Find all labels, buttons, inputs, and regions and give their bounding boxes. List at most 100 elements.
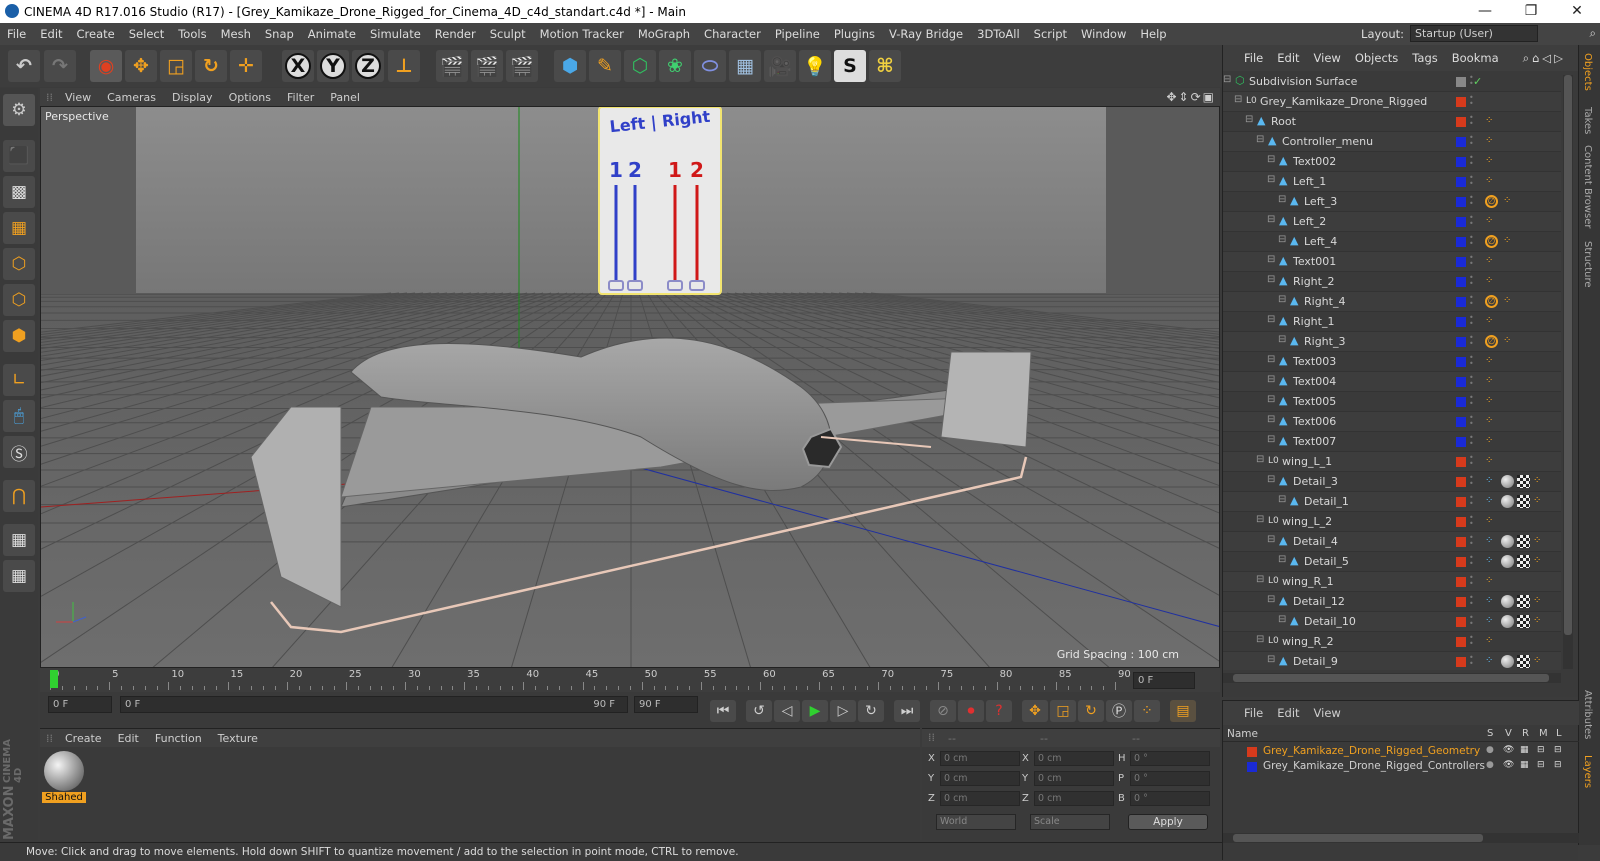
points-mode-icon[interactable]: ⬡ [3,248,35,280]
viewport-menu-options[interactable]: Options [221,91,279,104]
ik-tag-icon[interactable]: ⁘ [1533,475,1546,488]
menu-3dtoall[interactable]: 3DToAll [970,27,1027,41]
material-menu-texture[interactable]: Texture [210,732,266,745]
coordinate-space-dropdown[interactable]: World [936,814,1016,830]
object-name[interactable]: Detail_3 [1293,475,1338,488]
move-tool-icon[interactable]: ✥ [125,50,157,82]
layer-render-icon[interactable]: ▦ [1520,760,1529,770]
minimize-button[interactable]: — [1462,0,1508,23]
layer-color-swatch[interactable] [1456,437,1466,447]
play-icon[interactable]: ▶ [802,700,828,722]
layer-color-swatch[interactable] [1247,747,1257,757]
material-tag-icon[interactable] [1501,535,1514,548]
expand-toggle-icon[interactable]: ⊟ [1267,354,1275,365]
layer-color-swatch[interactable] [1456,537,1466,547]
layer-color-swatch[interactable] [1456,397,1466,407]
expand-toggle-icon[interactable]: ⊟ [1278,194,1286,205]
menu-tools[interactable]: Tools [171,27,213,41]
ik-tag-icon[interactable]: ⁘ [1485,435,1498,448]
previous-key-icon[interactable]: ↺ [746,700,772,722]
object-name[interactable]: Text002 [1293,155,1336,168]
object-name[interactable]: Text006 [1293,415,1336,428]
expand-toggle-icon[interactable]: ⊟ [1267,654,1275,665]
visibility-toggle-icon[interactable]: • • [1469,394,1475,409]
visibility-toggle-icon[interactable]: • • [1469,194,1475,209]
floor-icon[interactable]: ▦ [729,50,761,82]
menu-sculpt[interactable]: Sculpt [483,27,533,41]
object-row[interactable]: ⊟ ▲ Text002 • • ⁘ [1223,152,1561,172]
object-row[interactable]: ⊟ ▲ Text005 • • ⁘ [1223,392,1561,412]
layer-color-swatch[interactable] [1456,377,1466,387]
viewport-menu-view[interactable]: View [57,91,99,104]
expand-toggle-icon[interactable]: ⊟ [1256,134,1264,145]
layer-color-swatch[interactable] [1456,217,1466,227]
menu-render[interactable]: Render [428,27,483,41]
key-position-icon[interactable]: ✥ [1022,700,1048,722]
vray-icon[interactable]: S [834,50,866,82]
next-frame-icon[interactable]: ▷ [830,700,856,722]
expand-toggle-icon[interactable]: ⊟ [1256,574,1264,585]
layer-manager-icon[interactable]: ⊟ [1537,760,1545,770]
object-row[interactable]: ⊟ ▲ Text004 • • ⁘ [1223,372,1561,392]
expand-toggle-icon[interactable]: ⊟ [1267,254,1275,265]
visibility-toggle-icon[interactable]: • • [1469,494,1475,509]
uvw-tag-icon[interactable]: ⁘ [1485,655,1498,668]
object-name[interactable]: Text004 [1293,375,1336,388]
material-tag-icon[interactable] [1501,615,1514,628]
live-selection-icon[interactable]: ◉ [90,50,122,82]
object-row[interactable]: ⊟ ▲ Left_3 • • ∅ ⁘ [1223,192,1561,212]
size-x-field[interactable]: 0 cm [1034,751,1114,766]
material-tag-icon[interactable] [1501,655,1514,668]
material-tag-icon[interactable] [1501,495,1514,508]
ik-tag-icon[interactable]: ⁘ [1485,355,1498,368]
visibility-toggle-icon[interactable]: • • [1469,374,1475,389]
camera-icon[interactable]: 🎥 [764,50,796,82]
object-name[interactable]: Root [1271,115,1296,128]
protection-tag-icon[interactable]: ∅ [1485,335,1498,348]
objects-menu-bookmarks[interactable]: Bookma [1445,51,1506,65]
viewport-menu-cameras[interactable]: Cameras [99,91,164,104]
camera-label[interactable]: Perspective [45,110,109,123]
object-row[interactable]: ⊟ L0 Grey_Kamikaze_Drone_Rigged • • [1223,92,1561,112]
end-frame-field[interactable]: 90 F [634,696,698,713]
material-tag-icon[interactable] [1501,595,1514,608]
side-tab-content-browser[interactable]: Content Browser [1582,145,1593,228]
visibility-toggle-icon[interactable]: • • [1469,94,1475,109]
menu-snap[interactable]: Snap [258,27,301,41]
expand-toggle-icon[interactable]: ⊟ [1267,594,1275,605]
ik-tag-icon[interactable]: ⁘ [1485,575,1498,588]
object-row[interactable]: ⊟ L0 wing_L_1 • • ⁘ [1223,452,1561,472]
layer-color-swatch[interactable] [1456,597,1466,607]
layer-color-swatch[interactable] [1456,237,1466,247]
menu-help[interactable]: Help [1133,27,1173,41]
texture-tag-icon[interactable] [1517,535,1530,548]
objects-nav-icons[interactable]: ⌕⌂◁▷ [1516,51,1573,66]
menu-create[interactable]: Create [70,27,122,41]
rotation-b-field[interactable]: 0 ° [1130,791,1210,806]
visibility-toggle-icon[interactable]: • • [1469,534,1475,549]
ik-tag-icon[interactable]: ⁘ [1503,295,1516,308]
menu-window[interactable]: Window [1074,27,1133,41]
controller-menu[interactable]: Left | Right 1212 [598,107,722,295]
layers-menu-view[interactable]: View [1307,706,1348,720]
ik-tag-icon[interactable]: ⁘ [1485,395,1498,408]
previous-frame-icon[interactable]: ◁ [774,700,800,722]
object-row[interactable]: ⊟ ▲ Detail_9 • • ⁘ ⁘ [1223,652,1561,670]
workplane-mode-icon[interactable]: ▦ [3,212,35,244]
expand-toggle-icon[interactable]: ⊟ [1267,434,1275,445]
uvw-tag-icon[interactable]: ⁘ [1485,595,1498,608]
layer-solo-icon[interactable]: ● [1486,760,1494,770]
object-name[interactable]: Right_2 [1293,275,1334,288]
object-name[interactable]: Text005 [1293,395,1336,408]
layer-color-swatch[interactable] [1456,557,1466,567]
menu-script[interactable]: Script [1027,27,1074,41]
expand-toggle-icon[interactable]: ⊟ [1267,174,1275,185]
visibility-toggle-icon[interactable]: • • [1469,634,1475,649]
rotation-p-field[interactable]: 0 ° [1130,771,1210,786]
layer-view-icon[interactable]: 👁 [1503,760,1514,770]
object-name[interactable]: Controller_menu [1282,135,1373,148]
expand-toggle-icon[interactable]: ⊟ [1278,614,1286,625]
object-name[interactable]: Detail_1 [1304,495,1349,508]
object-name[interactable]: wing_R_2 [1282,635,1334,648]
object-name[interactable]: Grey_Kamikaze_Drone_Rigged [1260,95,1427,108]
